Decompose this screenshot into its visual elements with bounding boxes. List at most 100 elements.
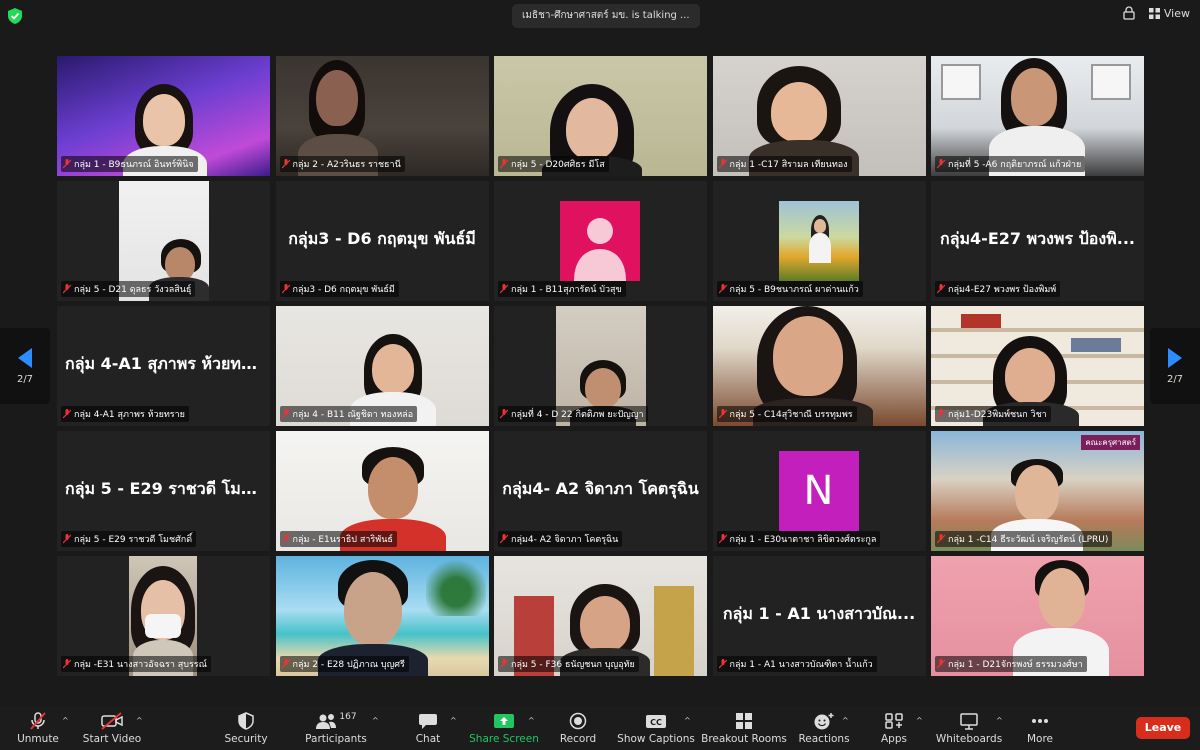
- muted-mic-icon: [718, 408, 727, 419]
- participant-tile[interactable]: กลุ่ม 5 - C14สุวิชาณี บรรทุมพร: [712, 306, 926, 426]
- triangle-left-icon: [18, 347, 32, 368]
- whiteboards-button[interactable]: Whiteboards: [936, 706, 1002, 750]
- participant-tile[interactable]: คณะครุศาสตร์ กลุ่ม 1 -C14 ธีระวัฒน์ เจริ…: [931, 431, 1144, 551]
- reactions-label: Reactions: [798, 732, 850, 745]
- participant-tile[interactable]: กลุ่ม 1 - D21จักรพงษ์ ธรรมวงศ์ษา: [931, 556, 1144, 676]
- muted-mic-icon: [500, 408, 508, 419]
- participant-tile[interactable]: กลุ่ม 4-A1 สุภาพร ห้วยทร... กลุ่ม 4-A1 ส…: [57, 306, 270, 426]
- breakout-rooms-button[interactable]: Breakout Rooms: [701, 706, 787, 750]
- participant-name: กลุ่ม -E31 นางสาวอัจฉรา สุบรรณ์: [61, 655, 211, 672]
- muted-mic-icon: [718, 658, 727, 669]
- next-page-button[interactable]: 2/7: [1150, 328, 1200, 404]
- participant-display-name: กลุ่ม3 - D6 กฤตมุข พันธ์มี: [288, 228, 476, 248]
- video-gallery: กลุ่ม 1 - B9ธนภรณ์ อินทร์พินิจ กลุ่ม 2 -…: [57, 56, 1144, 676]
- record-label: Record: [559, 732, 597, 745]
- participant-display-name: กลุ่ม4-E27 พวงพร ป้องพิ...: [940, 228, 1135, 248]
- top-bar: เมธิชา-ศึกษาศาสตร์ มข. is talking ... Vi…: [0, 0, 1200, 32]
- participant-tile[interactable]: กลุ่ม 1 - B11สุภารัตน์ บัวสุข: [494, 181, 707, 301]
- reactions-button[interactable]: Reactions: [798, 706, 850, 750]
- participant-tile[interactable]: กลุ่ม 5 - D21 ดุลธร วังวลสินธุ์: [57, 181, 270, 301]
- participant-name: กลุ่ม 5 - D20ศศิธร มีโส: [498, 155, 609, 172]
- participant-name: กลุ่ม 1 - B9ธนภรณ์ อินทร์พินิจ: [61, 155, 198, 172]
- participant-display-name: กลุ่ม 1 - A1 นางสาวบัณ...: [722, 603, 916, 623]
- participant-tile[interactable]: กลุ่มที่ 4 - D 22 กิตติภพ ยะปัญญา: [494, 306, 707, 426]
- muted-mic-icon: [500, 283, 508, 294]
- participants-options-chevron-icon[interactable]: ^: [372, 716, 379, 725]
- participants-button[interactable]: 167 Participants: [304, 706, 368, 750]
- participant-name: กลุ่ม4- A2 จิดาภา โคตรุฉิน: [498, 530, 623, 547]
- participant-tile[interactable]: กลุ่ม 5 - E29 ราชวดี โมช... กลุ่ม 5 - E2…: [57, 431, 270, 551]
- participant-name: กลุ่ม4-E27 พวงพร ป้องพิมพ์: [935, 280, 1061, 297]
- participant-display-name: กลุ่ม4- A2 จิดาภา โคตรุฉิน: [502, 478, 699, 498]
- meeting-toolbar: Unmute ^ Start Video ^ Security 167 Part…: [0, 706, 1200, 750]
- show-captions-button[interactable]: CC Show Captions: [617, 706, 695, 750]
- person-icon: [574, 218, 626, 282]
- chat-options-chevron-icon[interactable]: ^: [450, 716, 457, 725]
- participant-name: กลุ่ม 4 - B11 ณัฐชิดา ทองหล่อ: [279, 405, 418, 422]
- previous-page-button[interactable]: 2/7: [0, 328, 50, 404]
- muted-mic-icon: [500, 658, 508, 669]
- more-button[interactable]: More: [1020, 706, 1060, 750]
- participant-name: กลุ่ม 5 - B9ชนาภรณ์ ผาด่านแก้ว: [716, 280, 863, 297]
- participant-tile[interactable]: กลุ่ม 5 - D20ศศิธร มีโส: [494, 56, 707, 176]
- participant-tile[interactable]: กลุ่ม -E31 นางสาวอัจฉรา สุบรรณ์: [57, 556, 270, 676]
- record-button[interactable]: Record: [556, 706, 600, 750]
- reactions-options-chevron-icon[interactable]: ^: [842, 716, 849, 725]
- video-options-chevron-icon[interactable]: ^: [136, 716, 143, 725]
- share-screen-arrow-icon: [494, 713, 514, 728]
- participant-tile[interactable]: กลุ่ม 5 - B9ชนาภรณ์ ผาด่านแก้ว: [712, 181, 926, 301]
- breakout-rooms-icon: [736, 712, 752, 729]
- participant-tile[interactable]: กลุ่ม1-D23พิมพ์ชนก วิชา: [931, 306, 1144, 426]
- muted-mic-icon: [718, 158, 727, 169]
- muted-mic-icon: [281, 158, 290, 169]
- participant-tile[interactable]: กลุ่ม 5 - F36 ธนัญชนก บุญอุทัย: [494, 556, 707, 676]
- participant-tile[interactable]: N กลุ่ม 1 - E30นาตาชา ลิขิตวงศ์ตระกูล: [712, 431, 926, 551]
- security-button[interactable]: Security: [222, 706, 270, 750]
- shield-icon[interactable]: [8, 8, 22, 24]
- muted-mic-icon: [500, 533, 508, 544]
- participant-name: กลุ่ม 1 -C14 ธีระวัฒน์ เจริญรัตน์ (LPRU): [935, 530, 1113, 547]
- participant-tile[interactable]: กลุ่ม3 - D6 กฤตมุข พันธ์มี กลุ่ม3 - D6 ก…: [275, 181, 489, 301]
- muted-mic-icon: [281, 658, 290, 669]
- participant-tile[interactable]: กลุ่ม 1 -C17 สิรามล เทียนทอง: [712, 56, 926, 176]
- participant-name: กลุ่ม 1 - A1 นางสาวบัณฑิตา น้ำแก้ว: [716, 655, 877, 672]
- participant-name: กลุ่ม 1 - D21จักรพงษ์ ธรรมวงศ์ษา: [935, 655, 1087, 672]
- participant-display-name: กลุ่ม 4-A1 สุภาพร ห้วยทร...: [65, 353, 268, 373]
- participant-tile[interactable]: กลุ่ม 1 - A1 นางสาวบัณ... กลุ่ม 1 - A1 น…: [712, 556, 926, 676]
- view-button[interactable]: View: [1148, 6, 1190, 20]
- muted-mic-icon: [63, 158, 71, 169]
- network-status-icon[interactable]: [1123, 6, 1135, 20]
- participant-tile[interactable]: กลุ่ม - E1นราธิป สาริพันธ์: [275, 431, 489, 551]
- apps-label: Apps: [881, 732, 907, 745]
- share-options-chevron-icon[interactable]: ^: [528, 716, 535, 725]
- participant-tile[interactable]: กลุ่ม4- A2 จิดาภา โคตรุฉิน กลุ่ม4- A2 จิ…: [494, 431, 707, 551]
- muted-microphone-icon: [30, 711, 46, 730]
- share-screen-button[interactable]: Share Screen: [468, 706, 540, 750]
- participant-tile[interactable]: กลุ่มที่ 5 -A6 กฤติยาภรณ์ แก้วฝ่าย: [931, 56, 1144, 176]
- apps-options-chevron-icon[interactable]: ^: [916, 716, 923, 725]
- captions-options-chevron-icon[interactable]: ^: [684, 716, 691, 725]
- muted-mic-icon: [937, 283, 945, 294]
- talking-indicator: เมธิชา-ศึกษาศาสตร์ มข. is talking ...: [512, 4, 700, 28]
- apps-button[interactable]: Apps: [874, 706, 914, 750]
- participant-tile[interactable]: กลุ่ม 4 - B11 ณัฐชิดา ทองหล่อ: [275, 306, 489, 426]
- start-video-button[interactable]: Start Video: [82, 706, 142, 750]
- muted-mic-icon: [500, 158, 508, 169]
- view-label: View: [1163, 6, 1190, 20]
- participant-tile[interactable]: กลุ่ม 2 - E28 ปฏิภาณ บุญศรี: [275, 556, 489, 676]
- avatar: N: [778, 451, 859, 532]
- participant-tile[interactable]: กลุ่ม 1 - B9ธนภรณ์ อินทร์พินิจ: [57, 56, 270, 176]
- unmute-button[interactable]: Unmute: [14, 706, 62, 750]
- leave-button[interactable]: Leave: [1136, 717, 1190, 739]
- participant-name: กลุ่ม1-D23พิมพ์ชนก วิชา: [935, 405, 1051, 422]
- participant-tile[interactable]: กลุ่ม4-E27 พวงพร ป้องพิ... กลุ่ม4-E27 พว…: [931, 181, 1144, 301]
- muted-mic-icon: [281, 533, 290, 544]
- participant-name: กลุ่ม 1 -C17 สิรามล เทียนทอง: [716, 155, 852, 172]
- audio-options-chevron-icon[interactable]: ^: [62, 716, 69, 725]
- chat-button[interactable]: Chat: [408, 706, 448, 750]
- muted-mic-icon: [63, 533, 71, 544]
- whiteboards-options-chevron-icon[interactable]: ^: [996, 716, 1003, 725]
- participant-tile[interactable]: กลุ่ม 2 - A2วรินธร ราชธานี: [275, 56, 489, 176]
- grid-icon: [1148, 7, 1160, 19]
- participant-name: กลุ่มที่ 5 -A6 กฤติยาภรณ์ แก้วฝ่าย: [935, 155, 1086, 172]
